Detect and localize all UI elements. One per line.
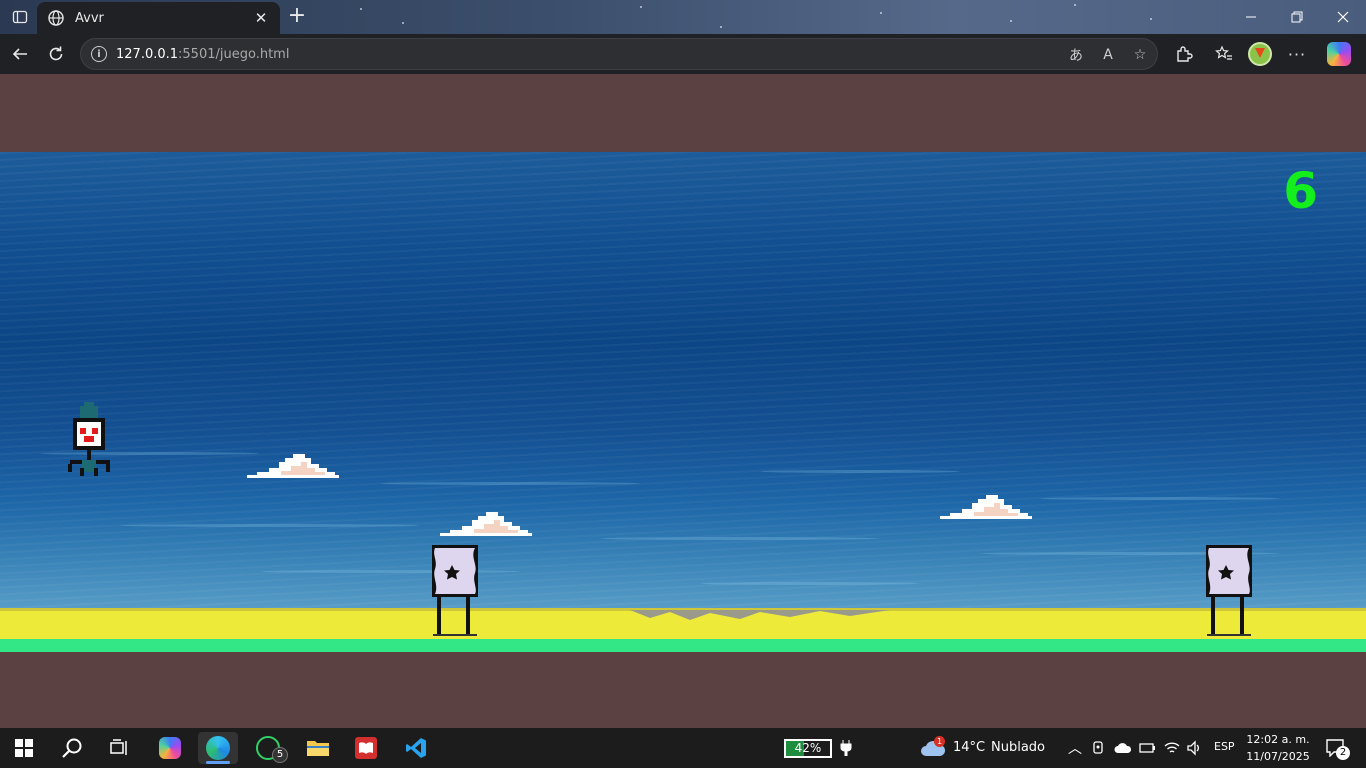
whatsapp-badge: 5 xyxy=(272,747,288,763)
clock-date: 11/07/2025 xyxy=(1246,750,1310,763)
restore-icon xyxy=(1291,11,1303,23)
close-icon xyxy=(1337,11,1349,23)
score-counter: 6 xyxy=(1283,162,1318,220)
chevron-up-icon[interactable]: ︿ xyxy=(1068,738,1082,758)
clock[interactable]: 12:02 a. m. 11/07/2025 xyxy=(1242,731,1314,765)
start-button[interactable] xyxy=(4,732,44,764)
refresh-icon xyxy=(49,46,63,61)
obstacle-sign xyxy=(1206,545,1252,636)
cloud xyxy=(247,454,339,478)
weather-temperature: 14°C xyxy=(953,740,986,755)
weather-alert-badge: 1 xyxy=(934,736,945,747)
clock-time: 12:02 a. m. xyxy=(1246,733,1310,746)
url-host: 127.0.0.1 xyxy=(116,46,179,62)
restore-button[interactable] xyxy=(1274,0,1320,34)
arrow-left-icon xyxy=(12,48,27,60)
copilot-icon[interactable] xyxy=(1327,42,1351,66)
battery-tray-icon[interactable] xyxy=(1139,741,1157,755)
page-viewport: 6 xyxy=(0,74,1366,728)
tab-actions-button[interactable] xyxy=(6,4,34,30)
reader-taskbar-button[interactable] xyxy=(346,732,386,764)
battery-percent: 42% xyxy=(794,741,822,755)
battery-indicator[interactable]: 42% xyxy=(784,739,832,758)
tab-title: Avvr xyxy=(75,10,104,26)
read-aloud-icon[interactable]: A xyxy=(1097,44,1119,66)
favorite-star-icon[interactable]: ☆ xyxy=(1129,44,1151,66)
more-options-icon[interactable]: ··· xyxy=(1283,40,1311,68)
webcam-icon[interactable] xyxy=(1092,741,1106,755)
url-path: :5501/juego.html xyxy=(178,46,290,62)
obstacle-sign xyxy=(432,545,478,636)
browser-toolbar: i 127.0.0.1:5501/juego.html あ A ☆ ··· xyxy=(0,34,1366,74)
whatsapp-taskbar-button[interactable]: 5 xyxy=(248,732,288,764)
new-tab-button[interactable]: + xyxy=(284,4,310,30)
file-explorer-button[interactable] xyxy=(298,732,338,764)
notifications-badge: 2 xyxy=(1336,746,1350,760)
favorites-icon xyxy=(1215,45,1232,60)
cloud xyxy=(440,512,532,536)
grass-strip xyxy=(0,639,1366,652)
address-bar[interactable]: i 127.0.0.1:5501/juego.html あ A ☆ xyxy=(80,38,1158,70)
wifi-icon[interactable] xyxy=(1164,740,1180,756)
copilot-taskbar-button[interactable] xyxy=(150,732,190,764)
edge-taskbar-button[interactable] xyxy=(198,732,238,764)
close-window-button[interactable] xyxy=(1320,0,1366,34)
plug-icon xyxy=(840,740,852,756)
search-button[interactable] xyxy=(52,732,92,764)
search-icon xyxy=(62,738,82,758)
game-canvas[interactable]: 6 xyxy=(0,152,1366,652)
globe-icon xyxy=(48,10,64,26)
translate-icon[interactable]: あ xyxy=(1065,44,1087,66)
cloud xyxy=(940,495,1032,519)
player-character xyxy=(68,402,110,476)
tab-actions-icon xyxy=(12,10,28,24)
tab-close-icon[interactable]: ✕ xyxy=(252,9,270,27)
refresh-button[interactable] xyxy=(42,40,70,68)
back-button[interactable] xyxy=(6,40,34,68)
site-info-icon[interactable]: i xyxy=(91,46,107,62)
minimize-icon xyxy=(1246,16,1256,18)
puzzle-icon xyxy=(1177,46,1193,62)
title-bar: Avvr ✕ + xyxy=(0,0,1366,34)
copilot-icon xyxy=(159,737,181,759)
rock-bumps xyxy=(630,610,890,620)
taskbar: 5 42% 1 14°C Nublado ︿ ESP 12:02 a. m. 1… xyxy=(0,728,1366,768)
browser-tab[interactable]: Avvr ✕ xyxy=(37,2,280,34)
vscode-icon xyxy=(406,738,426,758)
volume-icon[interactable] xyxy=(1186,740,1202,756)
windows-logo-icon xyxy=(15,739,33,757)
onedrive-cloud-icon[interactable] xyxy=(1114,742,1132,754)
weather-description: Nublado xyxy=(991,740,1045,755)
folder-icon xyxy=(307,741,329,756)
task-view-button[interactable] xyxy=(100,732,140,764)
favorites-button[interactable] xyxy=(1210,40,1238,68)
vscode-taskbar-button[interactable] xyxy=(396,732,436,764)
edge-icon xyxy=(206,736,230,760)
notifications-button[interactable]: 2 xyxy=(1318,732,1354,764)
minimize-button[interactable] xyxy=(1228,0,1274,34)
weather-widget[interactable]: 1 14°C Nublado xyxy=(918,728,1048,768)
extensions-button[interactable] xyxy=(1170,40,1198,68)
language-indicator[interactable]: ESP xyxy=(1214,740,1235,753)
book-icon xyxy=(355,737,377,759)
task-view-icon xyxy=(110,739,127,755)
profile-avatar[interactable] xyxy=(1248,42,1272,66)
